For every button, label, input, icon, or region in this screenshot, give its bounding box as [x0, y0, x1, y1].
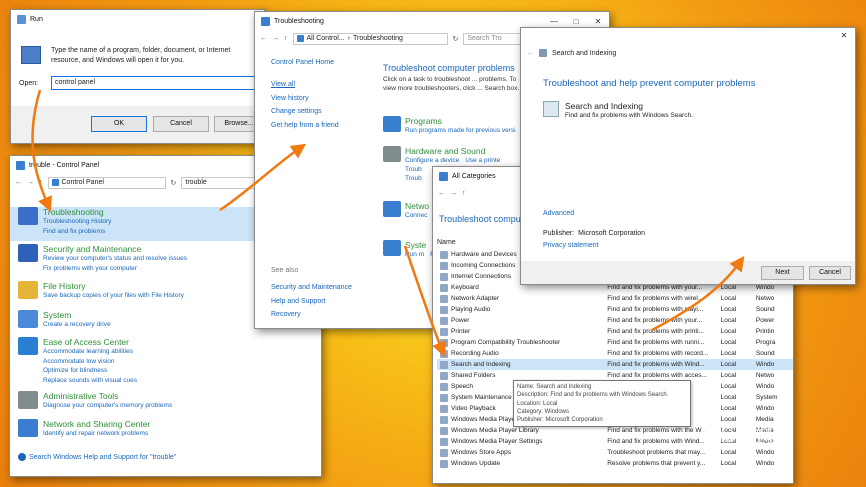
arrow-ts-to-ac — [403, 245, 447, 357]
arrow-ac-to-si — [651, 255, 745, 332]
arrow-cp-to-ts — [219, 143, 307, 212]
instruction-arrows — [31, 89, 745, 357]
arrow-run-to-cp — [31, 89, 52, 212]
watermark: Baidu 经验 — [700, 429, 781, 446]
